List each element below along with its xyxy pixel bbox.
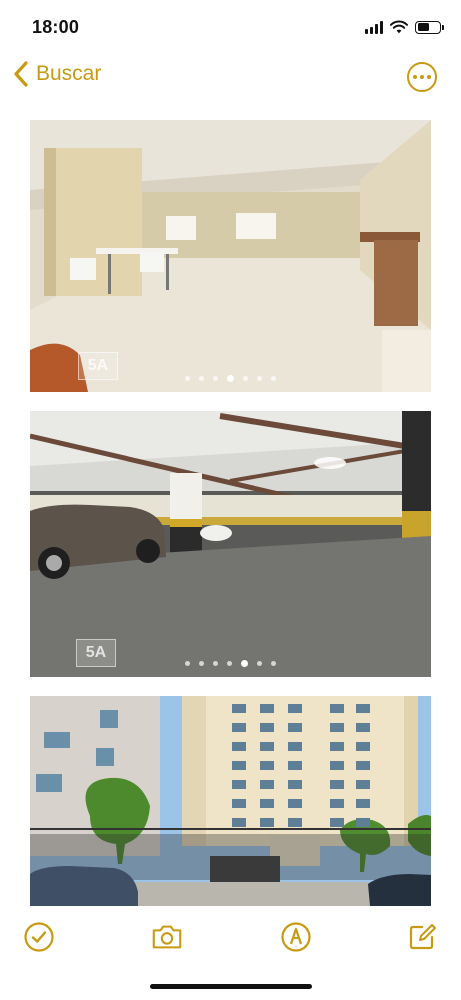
back-button-label: Buscar (36, 62, 102, 85)
building-window (288, 723, 302, 732)
building-window (356, 704, 370, 713)
building-window (330, 742, 344, 751)
page-dot (271, 661, 276, 666)
ellipsis-dot-icon (427, 75, 431, 79)
building-window (260, 742, 274, 751)
back-button[interactable]: Buscar (12, 60, 101, 88)
camera-button[interactable] (150, 920, 184, 954)
building-window (288, 818, 302, 827)
photo-carousel-fachada[interactable] (30, 696, 431, 906)
building-window (356, 761, 370, 770)
ellipsis-dot-icon (413, 75, 417, 79)
status-bar: 18:00 (0, 0, 461, 52)
bottom-toolbar (0, 912, 461, 962)
page-dot-active (241, 660, 248, 667)
building-windows (232, 704, 370, 827)
ellipsis-dot-icon (420, 75, 424, 79)
navigation-bar: Buscar (0, 52, 461, 102)
page-dot (213, 661, 218, 666)
page-dot (257, 661, 262, 666)
chevron-left-icon (14, 61, 28, 87)
page-dot (227, 661, 232, 666)
building-window (260, 761, 274, 770)
building-window (232, 704, 246, 713)
page-dot (213, 376, 218, 381)
battery-icon (415, 20, 444, 34)
building-window (356, 723, 370, 732)
building-window (356, 780, 370, 789)
page-indicator[interactable] (30, 375, 431, 382)
building-window (288, 799, 302, 808)
building-window (232, 761, 246, 770)
photo-carousel-garagem[interactable]: 5A (30, 411, 431, 677)
cellular-signal-icon (365, 20, 383, 34)
compose-pen-circle-icon (281, 922, 311, 952)
edit-note-icon (409, 924, 436, 950)
page-dot (243, 376, 248, 381)
building-window (260, 723, 274, 732)
building-window (288, 761, 302, 770)
page-dot (257, 376, 262, 381)
page-dot (185, 376, 190, 381)
building-window (260, 799, 274, 808)
building-window (260, 818, 274, 827)
building-window (330, 799, 344, 808)
building-window (232, 818, 246, 827)
page-dot (199, 376, 204, 381)
building-window (330, 818, 344, 827)
building-window (288, 742, 302, 751)
building-window (330, 780, 344, 789)
page-dot (271, 376, 276, 381)
building-window (356, 742, 370, 751)
status-time: 18:00 (32, 17, 80, 37)
building-window (356, 818, 370, 827)
home-indicator[interactable] (150, 984, 312, 989)
page-dot (185, 661, 190, 666)
checklist-button[interactable] (22, 920, 56, 954)
building-window (232, 799, 246, 808)
more-options-button[interactable] (407, 62, 437, 92)
building-window (232, 780, 246, 789)
building-window (260, 704, 274, 713)
building-window (232, 742, 246, 751)
page-dot-active (227, 375, 234, 382)
building-window (330, 761, 344, 770)
building-window (232, 723, 246, 732)
building-window (288, 704, 302, 713)
wifi-icon (390, 20, 408, 34)
checkmark-circle-icon (24, 922, 54, 952)
new-note-button[interactable] (405, 920, 439, 954)
building-window (330, 704, 344, 713)
building-window (356, 799, 370, 808)
camera-icon (152, 925, 182, 949)
page-dot (199, 661, 204, 666)
markup-button[interactable] (279, 920, 313, 954)
status-icons (365, 17, 444, 37)
building-window (330, 723, 344, 732)
page-indicator[interactable] (30, 660, 431, 667)
garagem-photo (30, 411, 431, 677)
building-window (288, 780, 302, 789)
building-window (260, 780, 274, 789)
photo-carousel-salao[interactable]: 5A (30, 120, 431, 392)
